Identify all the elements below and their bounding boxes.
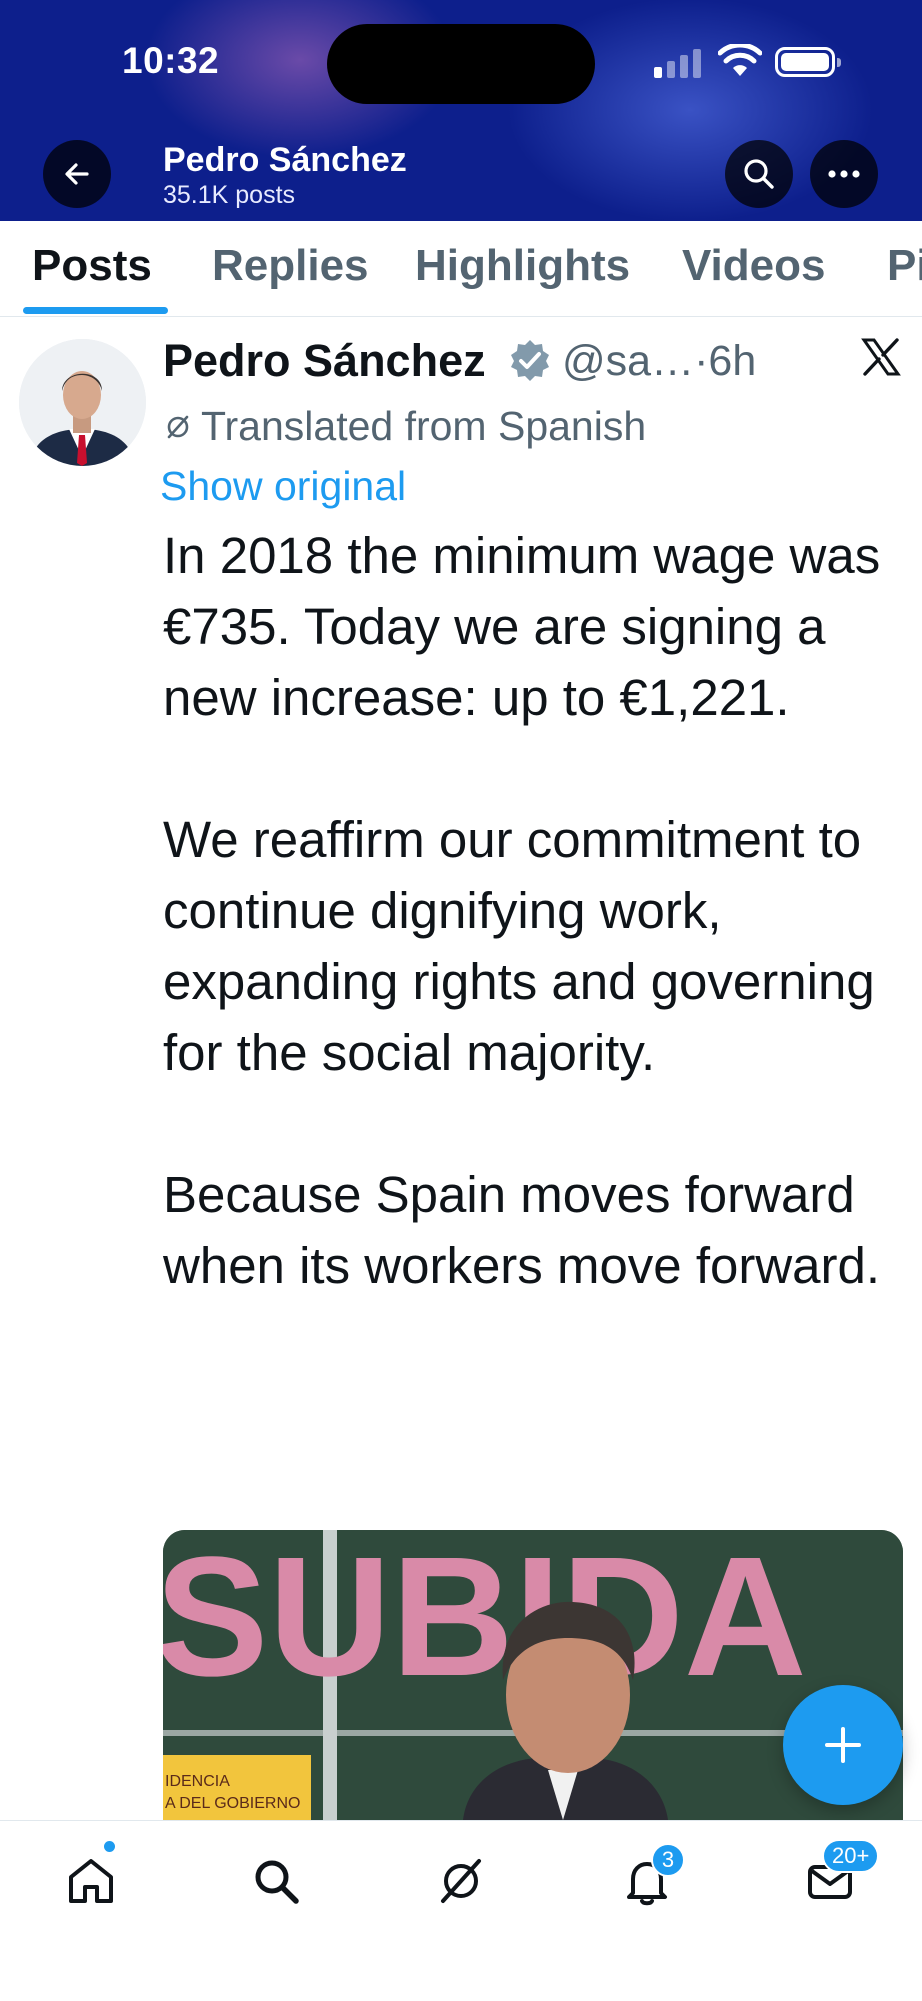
tweet-paragraph: We reaffirm our commitment to continue d… (163, 811, 875, 1081)
show-original-link[interactable]: Show original (160, 463, 406, 510)
header-profile-name: Pedro Sánchez (163, 141, 407, 179)
translated-label: Translated from Spanish (163, 403, 646, 450)
back-button[interactable] (43, 140, 111, 208)
search-button[interactable] (725, 140, 793, 208)
tweet-body: In 2018 the minimum wage was €735. Today… (163, 520, 893, 1301)
search-icon (744, 159, 774, 189)
arrow-left-icon (65, 163, 89, 185)
translated-text: Translated from Spanish (201, 403, 647, 449)
tweet-paragraph: In 2018 the minimum wage was €735. Today… (163, 527, 881, 726)
translate-icon (167, 415, 189, 438)
notifications-badge: 3 (651, 1843, 685, 1877)
messages-badge: 20+ (822, 1839, 880, 1873)
tweet-handle: @sa… (562, 337, 695, 385)
header-post-count: 35.1K posts (163, 181, 296, 209)
status-bar-time: 10:32 (122, 40, 220, 81)
nav-grok[interactable] (431, 1851, 491, 1911)
x-logo-icon[interactable] (861, 337, 901, 377)
avatar[interactable] (19, 339, 146, 466)
more-options-button[interactable] (810, 140, 878, 208)
active-tab-indicator (23, 307, 168, 314)
plus-icon (825, 1727, 861, 1763)
tab-replies[interactable]: Replies (212, 241, 369, 291)
tab-partial[interactable]: Pi (887, 241, 922, 291)
grok-icon (441, 1859, 481, 1903)
tweet-time: 6h (708, 337, 757, 385)
cellular-signal-icon (654, 49, 702, 78)
separator-dot: · (694, 337, 709, 385)
profile-header: 10:32 Pedro Sánchez 35.1K posts (0, 0, 922, 221)
sign-line-2: A DEL GOBIERNO (165, 1795, 300, 1812)
sign-line-1: IDENCIA (165, 1773, 230, 1790)
tweet-handle-and-time[interactable]: @sa…·6h (562, 337, 756, 386)
nav-search[interactable] (246, 1851, 306, 1911)
tweet-paragraph: Because Spain moves forward when its wor… (163, 1166, 881, 1294)
compose-post-button[interactable] (783, 1685, 903, 1805)
nav-home[interactable] (61, 1851, 121, 1911)
verified-badge-icon (511, 340, 549, 381)
ellipsis-icon (828, 170, 860, 178)
battery-icon (775, 47, 841, 77)
tweet-author-name[interactable]: Pedro Sánchez (163, 335, 486, 387)
tab-highlights[interactable]: Highlights (415, 241, 630, 291)
home-icon (69, 1859, 113, 1903)
profile-tabs: Posts Replies Highlights Videos Pi (0, 221, 922, 317)
dynamic-island (327, 24, 595, 104)
home-unread-dot (104, 1841, 115, 1852)
bottom-navigation: 3 20+ (0, 1820, 922, 2001)
banner-text: SUBIDA (163, 1530, 807, 1712)
search-icon (255, 1860, 299, 1904)
avatar-portrait-image (19, 339, 146, 466)
tab-posts[interactable]: Posts (32, 241, 152, 291)
wifi-icon (718, 44, 762, 76)
tab-videos[interactable]: Videos (682, 241, 825, 291)
